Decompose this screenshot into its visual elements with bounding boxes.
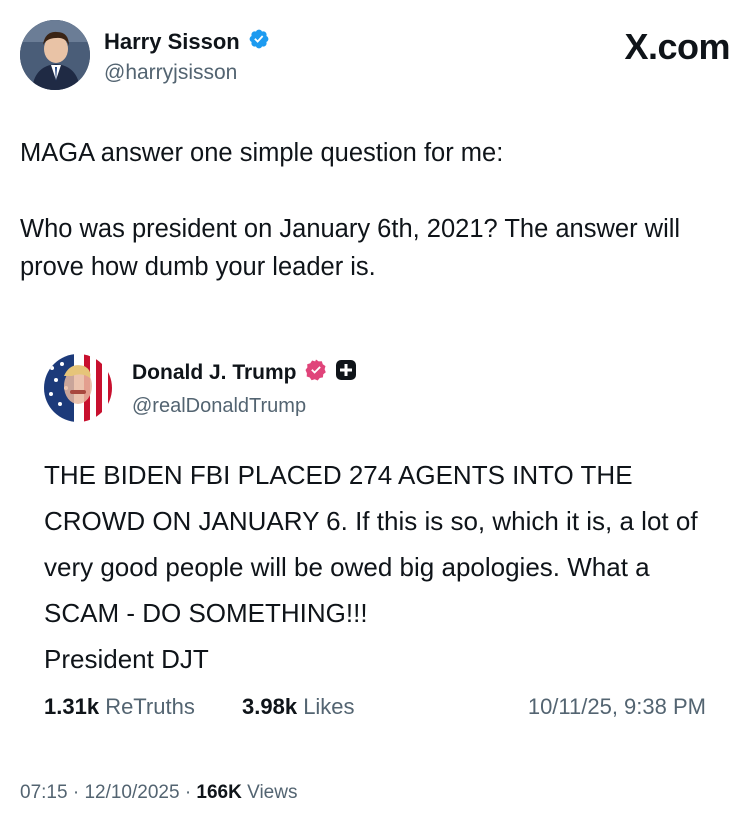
tweet-header: Harry Sisson @harryjsisson X.com (20, 20, 730, 92)
likes-label: Likes (303, 694, 355, 719)
tweet-author: Harry Sisson @harryjsisson (104, 28, 270, 85)
quoted-post-timestamp[interactable]: 10/11/25, 9:38 PM (528, 694, 706, 720)
separator-dot: · (72, 782, 80, 803)
author-name[interactable]: Harry Sisson (104, 29, 240, 55)
quoted-avatar-photo (44, 354, 112, 422)
quoted-author-avatar[interactable] (44, 354, 112, 422)
quoted-author-name[interactable]: Donald J. Trump (132, 361, 297, 385)
avatar[interactable] (20, 20, 90, 90)
quoted-post-stats: 1.31k ReTruths 3.98k Likes 10/11/25, 9:3… (44, 694, 706, 730)
retruths-count: 1.31k (44, 694, 100, 719)
avatar-photo (20, 20, 90, 90)
post-date[interactable]: 12/10/2025 (84, 782, 179, 803)
quoted-author-handle[interactable]: @realDonaldTrump (132, 395, 357, 418)
brand-logo: X.com (624, 26, 730, 67)
retruths-label: ReTruths (105, 694, 195, 719)
views-label: Views (247, 782, 298, 803)
tweet-text: MAGA answer one simple question for me: … (20, 139, 681, 281)
separator-dot: · (184, 782, 192, 803)
retruths-stat[interactable]: 1.31k ReTruths (44, 694, 195, 720)
author-handle[interactable]: @harryjsisson (104, 61, 270, 85)
likes-count: 3.98k (242, 694, 298, 719)
verified-badge-icon (248, 28, 270, 55)
quoted-post-text: THE BIDEN FBI PLACED 274 AGENTS INTO THE… (44, 460, 698, 674)
post-time[interactable]: 07:15 (20, 782, 68, 803)
quoted-author: Donald J. Trump @realDonaldTrump (132, 358, 357, 418)
likes-stat[interactable]: 3.98k Likes (242, 694, 355, 720)
truth-verified-badge-icon (304, 358, 328, 387)
views-count: 166K (196, 782, 242, 803)
tweet-footer: 07:15 · 12/10/2025 · 166K Views (20, 782, 297, 804)
plus-badge-icon (335, 359, 357, 386)
